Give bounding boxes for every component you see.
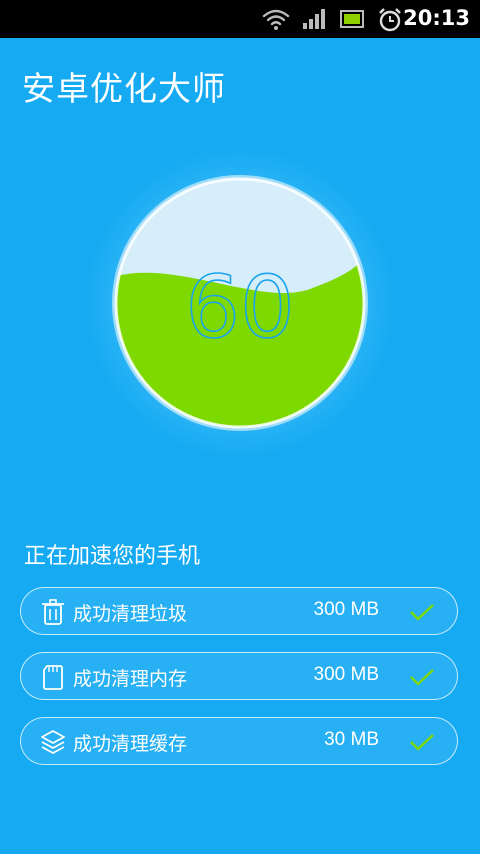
layers-icon [41, 730, 65, 754]
result-label: 成功清理垃圾 [73, 603, 188, 625]
check-icon [410, 604, 434, 621]
status-heading: 正在加速您的手机 [24, 544, 201, 569]
status-time: 20:13 [403, 6, 470, 30]
signal-icon [303, 9, 325, 29]
result-label: 成功清理缓存 [73, 733, 188, 755]
check-icon [410, 734, 434, 751]
score-gauge[interactable]: 60 [110, 173, 370, 433]
result-size: 300 MB [313, 599, 379, 620]
battery-icon [340, 10, 364, 28]
result-size: 30 MB [324, 729, 379, 750]
trash-icon [42, 599, 64, 625]
result-row-junk[interactable]: 成功清理垃圾 300 MB [20, 587, 458, 635]
result-row-cache[interactable]: 成功清理缓存 30 MB [20, 717, 458, 765]
status-bar: 20:13 [0, 0, 480, 38]
result-row-memory[interactable]: 成功清理内存 300 MB [20, 652, 458, 700]
gauge-score: 60 [185, 258, 294, 358]
sd-card-icon [43, 665, 63, 690]
result-label: 成功清理内存 [73, 668, 188, 690]
check-icon [410, 669, 434, 686]
app-title: 安卓优化大师 [22, 69, 226, 108]
gauge-svg: 60 [112, 175, 368, 431]
alarm-icon [379, 8, 401, 32]
wifi-icon [262, 9, 290, 30]
result-size: 300 MB [313, 664, 379, 685]
